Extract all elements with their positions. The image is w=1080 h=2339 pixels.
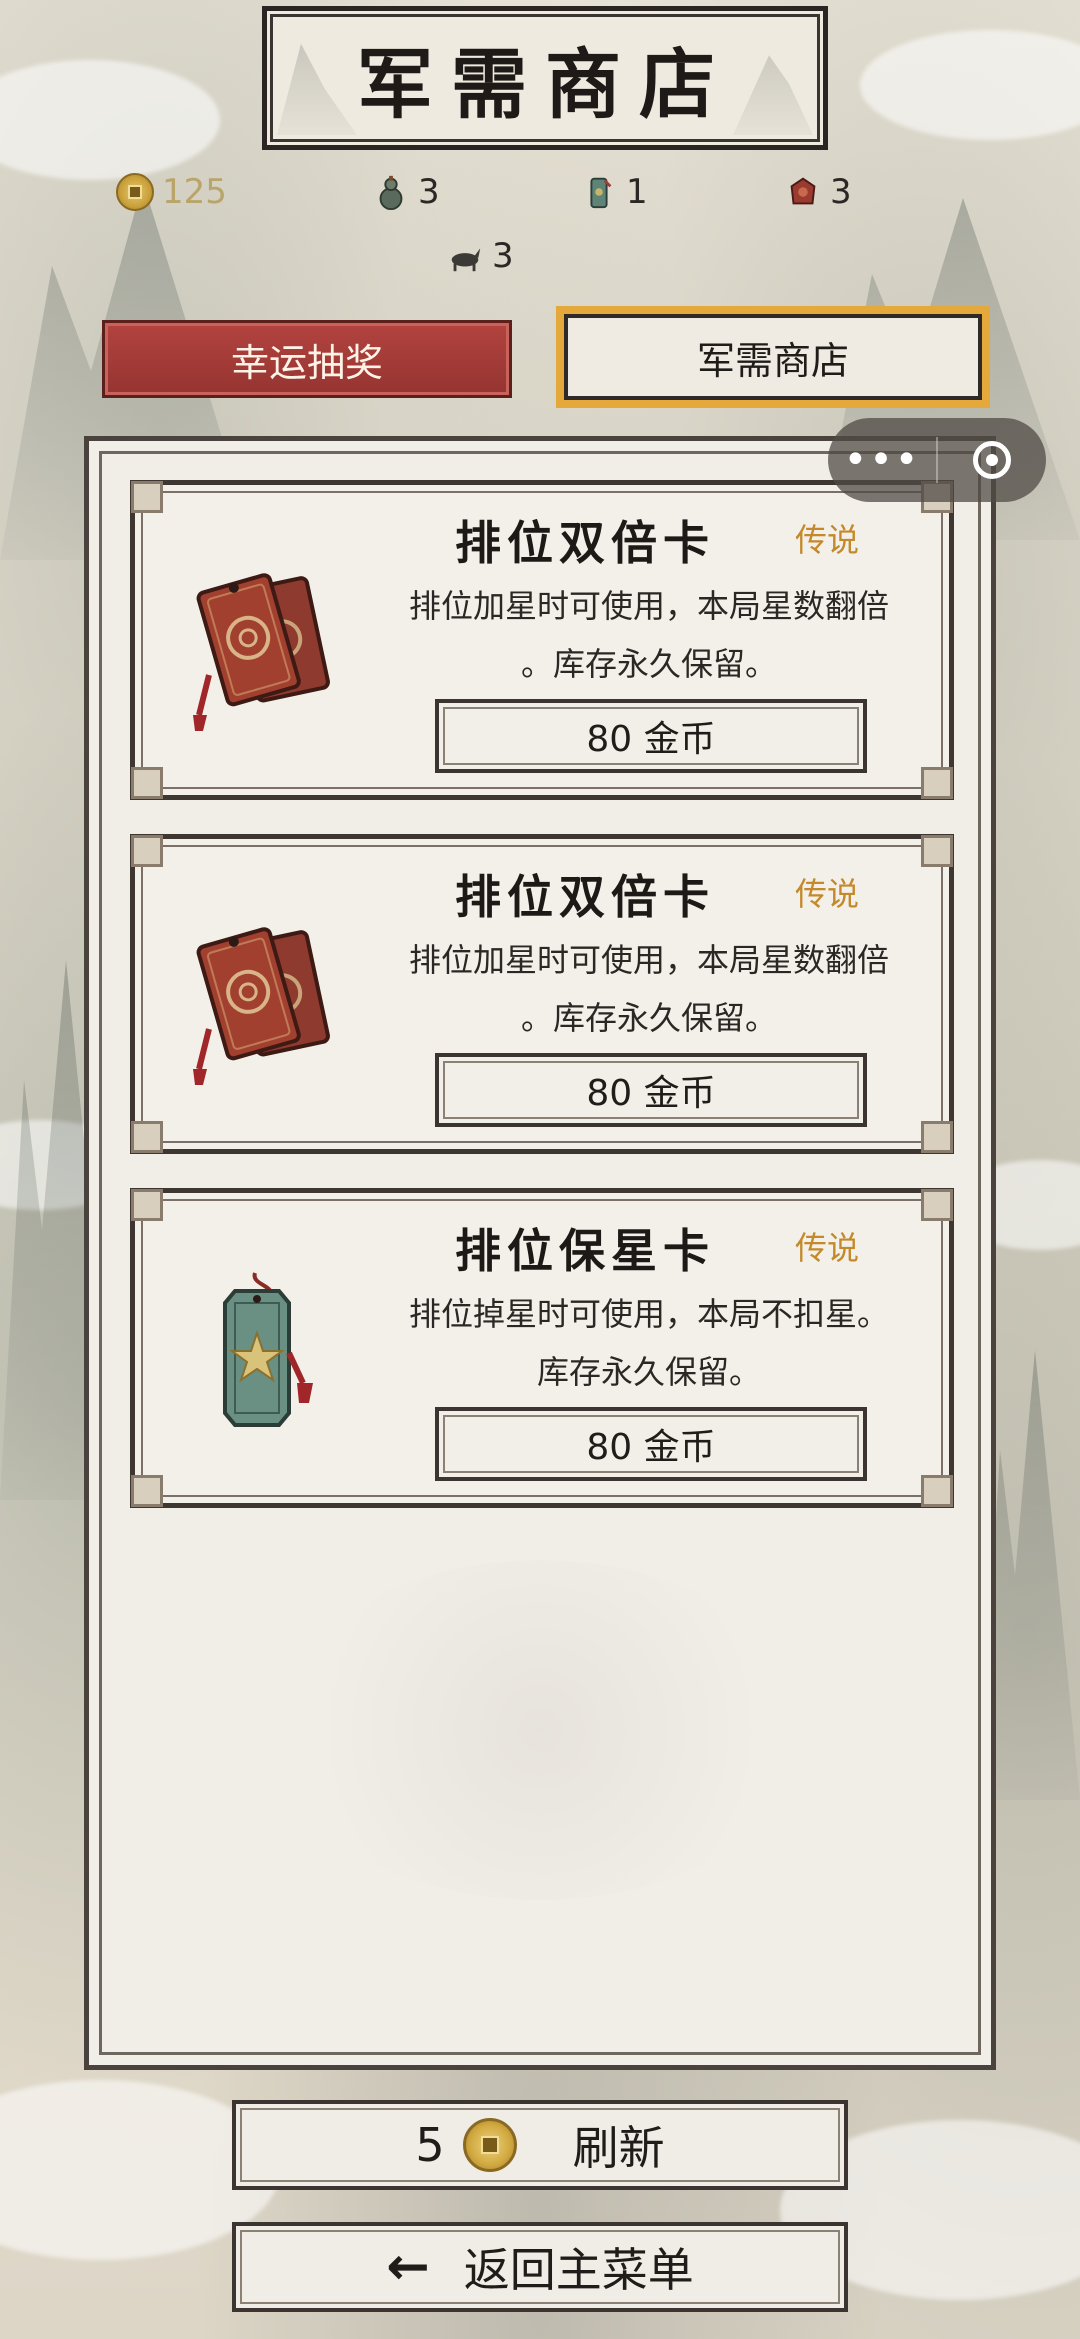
more-options-icon[interactable]: ••• (828, 418, 936, 502)
page-title: 军需商店 (357, 40, 733, 129)
coin-icon (462, 2118, 517, 2172)
arrow-left-icon: ← (386, 2237, 430, 2297)
coin-count: 125 (162, 172, 227, 212)
buy-button[interactable]: 80 金币 (435, 699, 867, 773)
item-name: 排位双倍卡 (455, 516, 715, 570)
item-rarity: 传说 (795, 1229, 860, 1267)
item-description: 排位掉星时可使用，本局不扣星。 库存永久保留。 (369, 1285, 929, 1401)
item-desc-line1: 排位加星时可使用，本局星数翻倍 (408, 941, 889, 979)
item-desc-line1: 排位加星时可使用，本局星数翻倍 (408, 587, 889, 625)
shop-item-card: 排位保星卡 传说 排位掉星时可使用，本局不扣星。 库存永久保留。 80 金币 (130, 1188, 954, 1508)
item-desc-line1: 排位掉星时可使用，本局不扣星。 (408, 1295, 889, 1333)
resource-coins: 125 (116, 172, 227, 212)
close-miniprogram-icon[interactable] (938, 418, 1046, 502)
shop-item-card: 排位双倍卡 传说 排位加星时可使用，本局星数翻倍 。库存永久保留。 80 金币 (130, 834, 954, 1154)
seal-icon (790, 177, 816, 205)
miniprogram-capsule: ••• (828, 418, 1046, 502)
star-protect-card-icon (223, 1272, 313, 1427)
title-plaque: 军需商店 (262, 6, 828, 150)
resource-item1: 3 (372, 172, 440, 212)
double-card-icon (193, 573, 330, 731)
refresh-button[interactable]: 5 刷新 (232, 2100, 848, 2190)
tab-shop[interactable]: 军需商店 (556, 306, 990, 408)
item3-count: 3 (830, 172, 852, 212)
item-rarity: 传说 (795, 875, 860, 913)
resource-item2: 1 (580, 172, 648, 212)
item2-count: 1 (626, 172, 648, 212)
item-rarity: 传说 (795, 521, 860, 559)
item-desc-line2: 。库存永久保留。 (520, 999, 777, 1037)
back-to-menu-button[interactable]: ← 返回主菜单 (232, 2222, 848, 2312)
resource-item4: 3 (446, 236, 514, 276)
item-description: 排位加星时可使用，本局星数翻倍 。库存永久保留。 (369, 931, 929, 1047)
gourd-icon (379, 175, 403, 211)
double-card-icon (193, 927, 330, 1085)
coin-icon (116, 173, 154, 211)
price-label: 80 金币 (586, 719, 716, 760)
item-name: 排位保星卡 (455, 1224, 715, 1278)
shop-item-card: 排位双倍卡 传说 排位加星时可使用，本局星数翻倍 。库存永久保留。 80 金币 (130, 480, 954, 800)
horse-icon (451, 248, 481, 272)
panel-watermark (270, 1560, 810, 1900)
buy-button[interactable]: 80 金币 (435, 1053, 867, 1127)
refresh-cost: 5 (415, 2118, 445, 2172)
buy-button[interactable]: 80 金币 (435, 1407, 867, 1481)
price-label: 80 金币 (586, 1427, 716, 1468)
item4-count: 3 (492, 236, 514, 276)
tab-shop-label: 军需商店 (696, 338, 849, 383)
tab-lottery[interactable]: 幸运抽奖 (102, 320, 512, 398)
tab-lottery-label: 幸运抽奖 (230, 340, 383, 385)
item-name: 排位双倍卡 (455, 870, 715, 924)
back-label: 返回主菜单 (463, 2243, 694, 2297)
item1-count: 3 (418, 172, 440, 212)
refresh-label: 刷新 (572, 2121, 665, 2175)
resource-item3: 3 (784, 172, 852, 212)
token-icon (590, 177, 612, 209)
item-desc-line2: 库存永久保留。 (536, 1353, 761, 1391)
item-desc-line2: 。库存永久保留。 (520, 645, 777, 683)
item-description: 排位加星时可使用，本局星数翻倍 。库存永久保留。 (369, 577, 929, 693)
price-label: 80 金币 (586, 1073, 716, 1114)
